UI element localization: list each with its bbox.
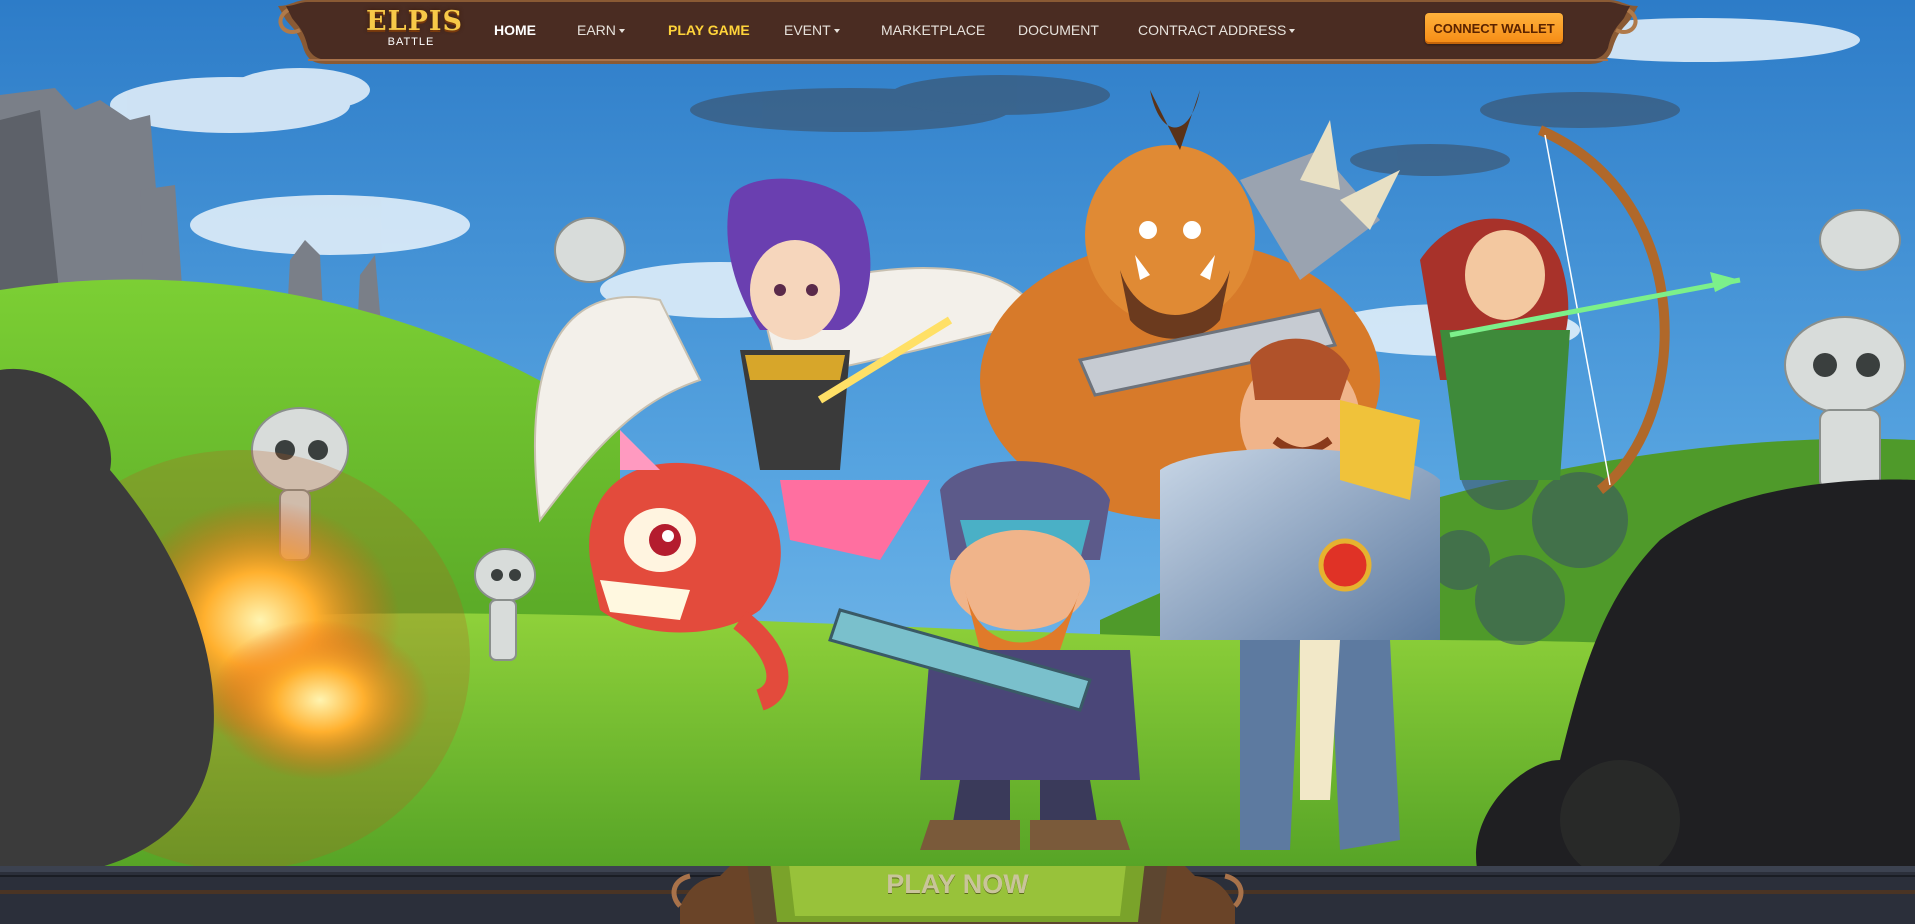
- nav-event[interactable]: EVENT: [784, 20, 840, 40]
- nav-play-game-label: PLAY GAME: [668, 22, 750, 38]
- nav-home[interactable]: HOME: [494, 20, 536, 40]
- nav-contract-address-label: CONTRACT ADDRESS: [1138, 22, 1287, 38]
- nav-marketplace[interactable]: MARKETPLACE: [881, 20, 985, 40]
- chevron-down-icon: [833, 29, 840, 34]
- nav-document[interactable]: DOCUMENT: [1018, 20, 1099, 40]
- play-now-button[interactable]: PLAY NOW: [830, 866, 1085, 902]
- nav-contract-address[interactable]: CONTRACT ADDRESS: [1138, 20, 1296, 40]
- logo-title: ELPIS: [366, 6, 463, 37]
- chevron-down-icon: [618, 29, 625, 34]
- chevron-down-icon: [1289, 29, 1296, 34]
- logo-subtitle: BATTLE: [387, 36, 435, 48]
- hero-illustration: [0, 0, 1915, 924]
- nav-document-label: DOCUMENT: [1018, 22, 1099, 38]
- nav-marketplace-label: MARKETPLACE: [881, 22, 986, 38]
- connect-wallet-button[interactable]: CONNECT WALLET: [1425, 13, 1563, 44]
- nav-play-game[interactable]: PLAY GAME: [668, 20, 750, 40]
- page: ELPIS BATTLE HOME EARN PLAY GAME EVENT M…: [0, 0, 1915, 924]
- nav-home-label: HOME: [494, 22, 536, 38]
- nav-earn-label: EARN: [577, 22, 616, 38]
- nav-earn[interactable]: EARN: [577, 20, 625, 40]
- nav-event-label: EVENT: [784, 22, 831, 38]
- elpis-battle-logo[interactable]: ELPIS BATTLE: [366, 6, 463, 52]
